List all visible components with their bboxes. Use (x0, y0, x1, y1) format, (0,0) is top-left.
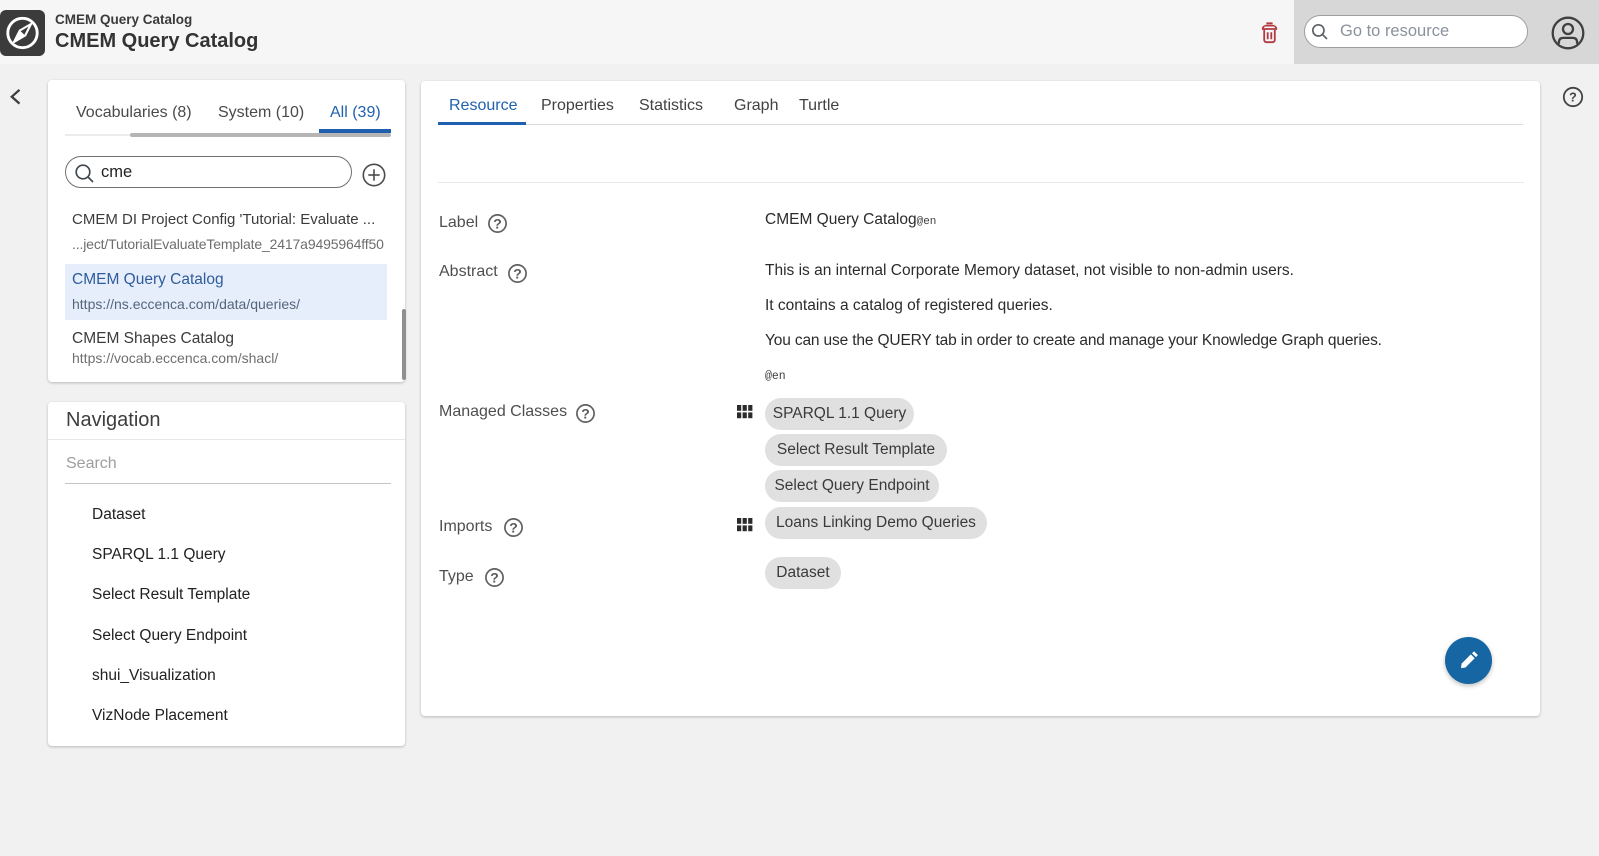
svg-text:?: ? (509, 520, 518, 536)
svg-text:?: ? (513, 266, 522, 282)
svg-text:?: ? (493, 216, 502, 232)
svg-text:?: ? (1569, 91, 1577, 105)
svg-text:?: ? (490, 570, 499, 586)
svg-text:?: ? (581, 406, 590, 422)
